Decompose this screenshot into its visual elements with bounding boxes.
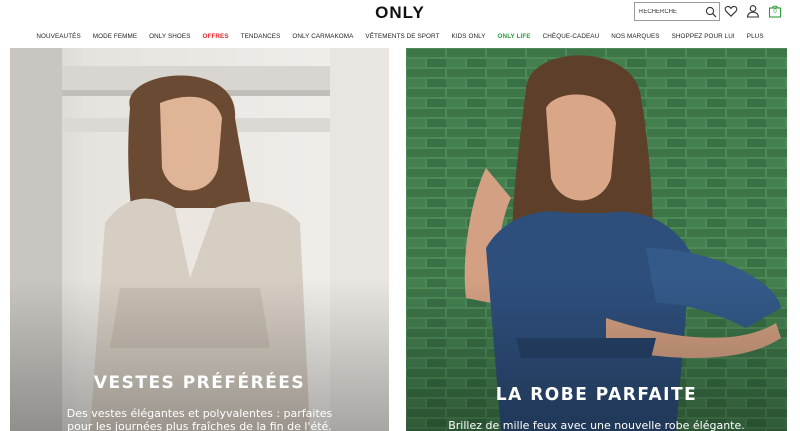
nav-item-shoppez-pour-lui[interactable]: SHOPPEZ POUR LUI: [666, 33, 741, 45]
nav-item-nos-marques[interactable]: NOS MARQUES: [605, 33, 665, 45]
promo-title[interactable]: LA ROBE PARFAITE: [406, 385, 787, 406]
account-icon[interactable]: [746, 4, 760, 18]
promo-image-denim-dress-model: [406, 48, 787, 431]
promo-tile-robe[interactable]: LA ROBE PARFAITE Brillez de mille feux a…: [406, 48, 787, 431]
promo-subtitle-line-2: pour les journées plus fraîches de la fi…: [67, 420, 332, 431]
site-header: ONLY 0 NOUVEAUTÉS MODE FEMME ONLY SHOES …: [0, 0, 800, 46]
nav-item-cheque-cadeau[interactable]: CHÈQUE-CADEAU: [537, 33, 606, 45]
cart-button[interactable]: 0: [768, 4, 782, 18]
cart-count: 0: [773, 9, 777, 15]
search-input[interactable]: [639, 5, 699, 18]
search-icon[interactable]: [705, 6, 717, 18]
heart-icon[interactable]: [724, 4, 738, 18]
promo-title[interactable]: VESTES PRÉFÉRÉES: [10, 373, 389, 394]
promo-subtitle-line-1: Brillez de mille feux avec une nouvelle …: [448, 419, 745, 431]
nav-item-vetements-de-sport[interactable]: VÊTEMENTS DE SPORT: [359, 33, 445, 45]
nav-item-plus[interactable]: PLUS: [741, 33, 770, 45]
main-nav: NOUVEAUTÉS MODE FEMME ONLY SHOES OFFRES …: [0, 33, 800, 45]
nav-item-offres[interactable]: OFFRES: [197, 33, 235, 45]
nav-item-mode-femme[interactable]: MODE FEMME: [87, 33, 143, 45]
nav-item-nouveautes[interactable]: NOUVEAUTÉS: [30, 33, 86, 45]
nav-item-only-shoes[interactable]: ONLY SHOES: [143, 33, 196, 45]
nav-item-tendances[interactable]: TENDANCES: [235, 33, 287, 45]
nav-item-only-life[interactable]: ONLY LIFE: [492, 33, 537, 45]
nav-item-kids-only[interactable]: KIDS ONLY: [446, 33, 492, 45]
promo-tile-vestes[interactable]: VESTES PRÉFÉRÉES Des vestes élégantes et…: [10, 48, 389, 431]
search-box[interactable]: [634, 2, 720, 21]
nav-item-only-carmakoma[interactable]: ONLY CARMAKOMA: [286, 33, 359, 45]
promo-subtitle-line-1: Des vestes élégantes et polyvalentes : p…: [66, 407, 333, 420]
